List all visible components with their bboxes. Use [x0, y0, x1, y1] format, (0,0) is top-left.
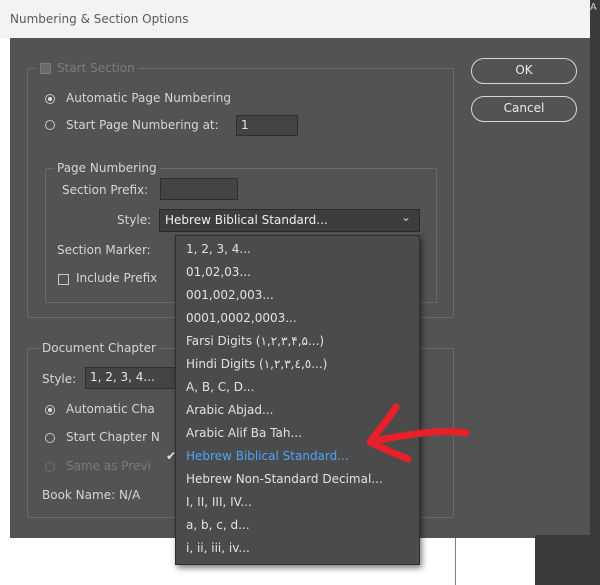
start-page-numbering-radio[interactable]	[45, 120, 55, 130]
dropdown-option-label: Arabic Abjad...	[186, 403, 274, 417]
start-section-checkbox[interactable]	[40, 63, 51, 74]
dropdown-option-label: 01,02,03...	[186, 265, 251, 279]
start-section-legend: Start Section	[36, 60, 138, 76]
dropdown-option-label: Hebrew Non-Standard Decimal...	[186, 472, 383, 486]
document-chapter-legend: Document Chapter	[39, 340, 159, 356]
start-page-input[interactable]: 1	[236, 115, 298, 136]
automatic-page-numbering-radio[interactable]	[45, 94, 55, 104]
background-panel	[535, 535, 595, 585]
include-prefix-label: Include Prefix	[76, 271, 158, 285]
dropdown-option[interactable]: 01,02,03...	[176, 261, 419, 283]
dropdown-option[interactable]: Hebrew Non-Standard Decimal...	[176, 468, 419, 490]
page-numbering-style-select[interactable]: Hebrew Biblical Standard... ⌄	[159, 209, 420, 232]
dropdown-option[interactable]: I, II, III, IV...	[176, 491, 419, 513]
dropdown-option[interactable]: 1, 2, 3, 4...	[176, 238, 419, 260]
dropdown-option-label: A, B, C, D...	[186, 380, 255, 394]
same-as-previous-radio[interactable]	[45, 462, 55, 472]
dropdown-option-label: 0001,0002,0003...	[186, 311, 297, 325]
dropdown-option-label: Farsi Digits (١,٢,٣,۴,۵...)	[186, 334, 325, 348]
section-prefix-input[interactable]	[160, 178, 238, 200]
style-label: Style:	[117, 213, 152, 227]
dropdown-option-label: Hebrew Biblical Standard...	[186, 449, 349, 463]
background-window-letter: A	[590, 2, 597, 13]
page-numbering-style-value: Hebrew Biblical Standard...	[165, 213, 328, 227]
start-chapter-label: Start Chapter N	[66, 430, 160, 444]
automatic-chapter-label: Automatic Cha	[66, 402, 155, 416]
background-divider	[455, 538, 456, 585]
dialog-title: Numbering & Section Options	[10, 12, 189, 26]
dropdown-option-label: Arabic Alif Ba Tah...	[186, 426, 302, 440]
dropdown-option-label: a, b, c, d...	[186, 518, 250, 532]
dropdown-option[interactable]: 001,002,003...	[176, 284, 419, 306]
dropdown-option[interactable]: a, b, c, d...	[176, 514, 419, 536]
dropdown-option-label: I, II, III, IV...	[186, 495, 252, 509]
ok-button[interactable]: OK	[471, 58, 577, 84]
dropdown-option[interactable]: i, ii, iii, iv...	[176, 537, 419, 559]
checkmark-icon: ✔	[166, 449, 177, 463]
dropdown-option-label: Hindi Digits (١,٢,٣,٤,٥...)	[186, 357, 328, 371]
chapter-style-select[interactable]: 1, 2, 3, 4...	[85, 367, 180, 389]
dropdown-option-label: 1, 2, 3, 4...	[186, 242, 251, 256]
section-marker-label: Section Marker:	[57, 243, 151, 257]
automatic-page-numbering-label: Automatic Page Numbering	[66, 91, 231, 105]
dropdown-option-label: 001,002,003...	[186, 288, 274, 302]
annotation-arrow	[366, 403, 470, 463]
start-page-numbering-label: Start Page Numbering at:	[66, 118, 219, 132]
dialog-title-bar: Numbering & Section Options	[0, 0, 590, 38]
dropdown-option[interactable]: 0001,0002,0003...	[176, 307, 419, 329]
chevron-down-icon: ⌄	[400, 210, 411, 224]
book-name-label: Book Name: N/A	[42, 488, 141, 502]
start-chapter-radio[interactable]	[45, 433, 55, 443]
background-window-edge	[590, 0, 600, 585]
dropdown-option[interactable]: Farsi Digits (١,٢,٣,۴,۵...)	[176, 330, 419, 352]
start-section-label: Start Section	[57, 61, 135, 75]
section-prefix-label: Section Prefix:	[62, 183, 149, 197]
same-as-previous-label: Same as Previ	[66, 459, 151, 473]
page-numbering-legend: Page Numbering	[54, 160, 160, 176]
dropdown-option-label: i, ii, iii, iv...	[186, 541, 250, 555]
cancel-button[interactable]: Cancel	[471, 96, 577, 122]
automatic-chapter-radio[interactable]	[45, 405, 55, 415]
include-prefix-checkbox[interactable]	[58, 274, 69, 285]
chapter-style-label: Style:	[42, 372, 77, 386]
dropdown-option[interactable]: Hindi Digits (١,٢,٣,٤,٥...)	[176, 353, 419, 375]
